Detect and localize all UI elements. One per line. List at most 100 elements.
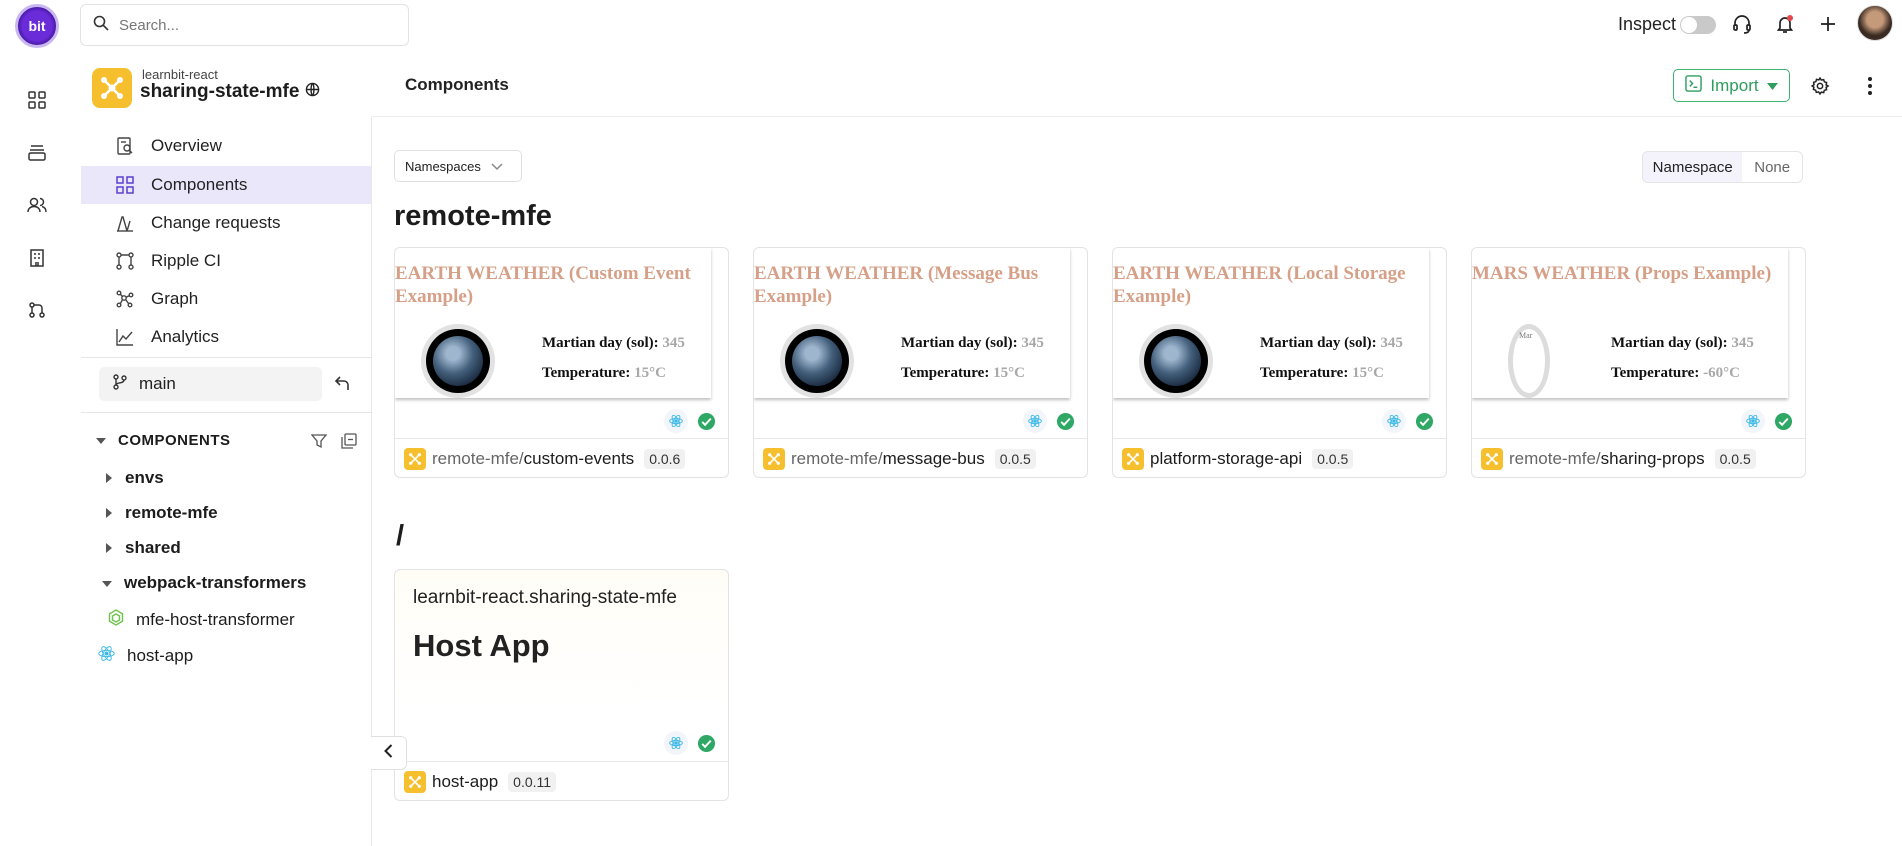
branch-icon <box>113 373 127 395</box>
nav-label: Components <box>151 175 248 194</box>
card-preview: EARTH WEATHER (Message Bus Example) Mart… <box>754 248 1070 398</box>
nav-components[interactable]: Components <box>81 166 371 204</box>
left-rail: bit <box>0 0 74 846</box>
scope-logo-icon <box>404 771 426 793</box>
nav-label: Ripple CI <box>151 251 221 270</box>
card-preview: MARS WEATHER (Props Example) Mar Martian… <box>1472 248 1788 398</box>
sidebar-separator <box>81 412 371 413</box>
version-badge: 0.0.5 <box>1312 449 1354 469</box>
component-card[interactable]: EARTH WEATHER (Custom Event Example) Mar… <box>394 247 729 478</box>
components-tree-header[interactable]: COMPONENTS <box>96 432 231 449</box>
earth-image <box>780 324 854 398</box>
caret-down-icon <box>102 573 112 593</box>
preview-sol: Martian day (sol): 345 <box>542 335 685 351</box>
earth-image <box>421 324 495 398</box>
group-by-none[interactable]: None <box>1742 152 1802 182</box>
caret-right-icon <box>106 468 113 488</box>
components-heading: COMPONENTS <box>118 432 231 449</box>
mars-image-broken: Mar <box>1508 324 1550 398</box>
nav-analytics[interactable]: Analytics <box>81 318 371 356</box>
tree-label: host-app <box>127 646 194 665</box>
tree-folder-envs[interactable]: envs <box>106 468 164 488</box>
caret-right-icon <box>106 503 113 523</box>
version-badge: 0.0.5 <box>994 449 1036 469</box>
bit-logo[interactable]: bit <box>15 4 59 48</box>
component-card[interactable]: EARTH WEATHER (Local Storage Example) Ma… <box>1112 247 1447 478</box>
preview-title: EARTH WEATHER (Custom Event Example) <box>395 263 691 307</box>
support-icon[interactable] <box>1729 11 1755 37</box>
grid-icon[interactable] <box>25 88 49 112</box>
preview-sol: Martian day (sol): 345 <box>901 335 1044 351</box>
search-input[interactable] <box>119 16 379 34</box>
component-card[interactable]: EARTH WEATHER (Message Bus Example) Mart… <box>753 247 1088 478</box>
plus-icon[interactable] <box>1815 11 1841 37</box>
section-title: / <box>396 520 405 552</box>
tree-component-mfe-host-transformer[interactable]: mfe-host-transformer <box>108 609 295 631</box>
branch-selector[interactable]: main <box>99 367 322 401</box>
component-namespace: remote-mfe/ <box>791 449 883 468</box>
react-icon <box>1382 409 1406 433</box>
avatar[interactable] <box>1857 5 1893 41</box>
nav-label: Change requests <box>151 213 281 232</box>
tree-component-host-app[interactable]: host-app <box>98 645 193 667</box>
component-card[interactable]: MARS WEATHER (Props Example) Mar Martian… <box>1471 247 1806 478</box>
build-success-icon <box>694 409 718 433</box>
tree-label: mfe-host-transformer <box>136 610 295 629</box>
scope-owner[interactable]: learnbit-react <box>142 67 218 82</box>
scope-name: sharing-state-mfe <box>140 81 320 103</box>
undo-icon[interactable] <box>334 374 352 397</box>
group-by-namespace[interactable]: Namespace <box>1643 152 1743 182</box>
tree-folder-webpack-transformers[interactable]: webpack-transformers <box>102 573 306 593</box>
gear-icon[interactable] <box>1807 73 1833 99</box>
card-footer: remote-mfe/custom-events 0.0.6 <box>395 438 728 477</box>
people-icon[interactable] <box>25 193 49 217</box>
building-icon[interactable] <box>25 246 49 270</box>
namespaces-dropdown[interactable]: Namespaces <box>394 150 522 182</box>
terminal-icon <box>1685 74 1703 97</box>
import-label: Import <box>1710 75 1759 95</box>
sidebar-separator <box>81 357 371 358</box>
search-icon <box>93 15 109 36</box>
import-button[interactable]: Import <box>1673 69 1790 102</box>
preview-temperature: Temperature: 15°C <box>901 365 1025 381</box>
chevron-left-icon <box>384 743 393 763</box>
preview-title: Host App <box>413 628 550 663</box>
collapse-all-icon[interactable] <box>341 433 357 454</box>
layers-icon[interactable] <box>25 141 49 165</box>
graph-icon <box>115 289 135 309</box>
inspect-toggle[interactable] <box>1680 16 1716 34</box>
react-icon <box>1023 409 1047 433</box>
git-compare-icon[interactable] <box>25 298 49 322</box>
tree-label: remote-mfe <box>125 503 218 522</box>
preview-title: EARTH WEATHER (Message Bus Example) <box>754 263 1039 307</box>
card-footer: remote-mfe/sharing-props 0.0.5 <box>1472 438 1805 477</box>
inspect-label: Inspect <box>1618 14 1677 34</box>
caret-down-icon <box>1766 76 1778 96</box>
notification-bell-icon[interactable] <box>1772 11 1798 37</box>
globe-icon <box>305 81 320 103</box>
nav-change-requests[interactable]: Change requests <box>81 204 371 242</box>
version-badge: 0.0.11 <box>508 772 557 792</box>
earth-image <box>1139 324 1213 398</box>
header-divider <box>372 116 1902 117</box>
search-box[interactable] <box>80 4 409 46</box>
component-name: custom-events <box>523 449 635 468</box>
filter-icon[interactable] <box>310 433 328 454</box>
scope-logo-icon <box>1122 448 1144 470</box>
card-footer: remote-mfe/message-bus 0.0.5 <box>754 438 1087 477</box>
nav-graph[interactable]: Graph <box>81 280 371 318</box>
nav-ripple-ci[interactable]: Ripple CI <box>81 242 371 280</box>
nav-label: Analytics <box>151 327 220 346</box>
preview-temperature: Temperature: 15°C <box>1260 365 1384 381</box>
react-icon <box>664 731 688 755</box>
component-card[interactable]: learnbit-react.sharing-state-mfe Host Ap… <box>394 569 729 801</box>
more-vertical-icon[interactable] <box>1857 73 1883 99</box>
tree-folder-remote-mfe[interactable]: remote-mfe <box>106 503 218 523</box>
tree-folder-shared[interactable]: shared <box>106 538 181 558</box>
nav-overview[interactable]: Overview <box>81 127 371 165</box>
collapse-sidebar-button[interactable] <box>371 736 407 770</box>
component-namespace: remote-mfe/ <box>1509 449 1601 468</box>
tree-label: shared <box>125 538 181 557</box>
version-badge: 0.0.5 <box>1714 449 1756 469</box>
card-preview: EARTH WEATHER (Custom Event Example) Mar… <box>395 248 711 398</box>
